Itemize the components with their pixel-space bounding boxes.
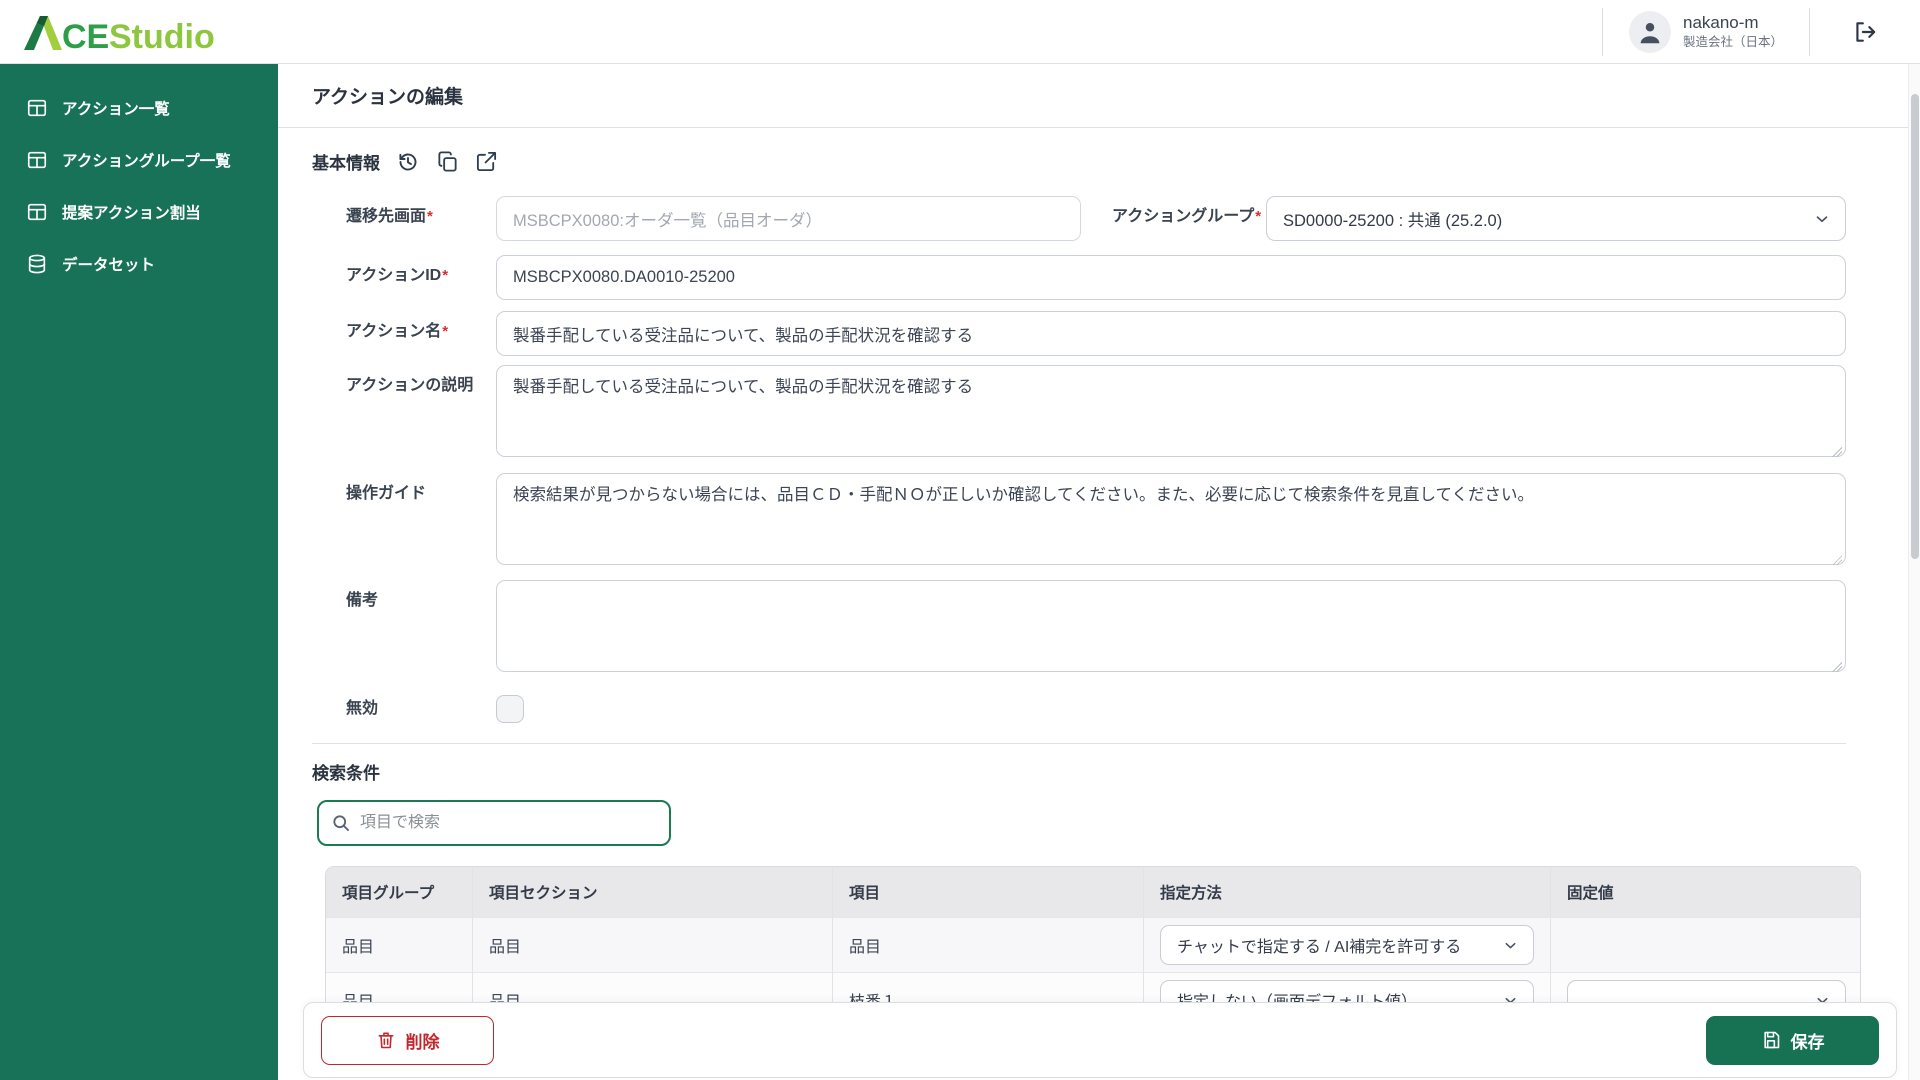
external-link-icon[interactable] (475, 150, 498, 173)
delete-button[interactable]: 削除 (321, 1016, 494, 1065)
save-button-label: 保存 (1791, 1028, 1825, 1053)
sidebar-item-label: データセット (62, 253, 155, 275)
item-search-box (317, 800, 671, 846)
sidebar-item-dataset[interactable]: データセット (0, 238, 278, 290)
disabled-flag-checkbox[interactable] (496, 695, 524, 723)
svg-text:CE: CE (62, 18, 109, 54)
sidebar-item-label: アクショングループ一覧 (62, 149, 231, 171)
disabled-flag-label: 無効 (346, 695, 496, 718)
user-name: nakano-m (1683, 12, 1783, 33)
avatar (1629, 11, 1671, 53)
logout-icon (1852, 19, 1878, 45)
sidebar-item-label: 提案アクション割当 (62, 201, 201, 223)
chevron-down-icon (1502, 937, 1519, 954)
col-header-item-group: 項目グループ (326, 867, 473, 917)
required-mark: * (442, 267, 448, 284)
vertical-scrollbar[interactable] (1908, 64, 1920, 1080)
save-icon (1761, 1030, 1781, 1050)
action-id-input[interactable] (496, 255, 1846, 300)
required-mark: * (427, 208, 433, 225)
method-select[interactable]: チャットで指定する / AI補完を許可する (1160, 925, 1534, 965)
required-mark: * (442, 323, 448, 340)
basic-info-title: 基本情報 (312, 149, 380, 174)
trash-icon (376, 1030, 396, 1050)
remarks-label: 備考 (346, 580, 496, 610)
sidebar-item-proposal-action-assign[interactable]: 提案アクション割当 (0, 186, 278, 238)
table-row: 品目 品目 品目 チャットで指定する / AI補完を許可する (326, 917, 1860, 972)
item-search-input[interactable] (360, 814, 657, 832)
scrollbar-thumb[interactable] (1911, 94, 1919, 559)
history-icon[interactable] (396, 150, 420, 174)
operation-guide-textarea[interactable]: 検索結果が見つからない場合には、品目ＣＤ・手配ＮＯが正しいか確認してください。ま… (496, 473, 1846, 565)
app-logo: CE Studio (22, 10, 237, 54)
cell-item-group: 品目 (326, 918, 473, 972)
page-title: アクションの編集 (312, 82, 463, 109)
basic-info-header: 基本情報 (312, 149, 1846, 174)
user-org: 製造会社（日本） (1683, 35, 1783, 51)
action-name-input[interactable] (496, 311, 1846, 356)
table-header-row: 項目グループ 項目セクション 項目 指定方法 固定値 (326, 867, 1860, 917)
action-name-label: アクション名* (346, 311, 496, 341)
table-icon (26, 201, 48, 223)
sidebar-item-label: アクション一覧 (62, 97, 170, 119)
delete-button-label: 削除 (406, 1028, 440, 1053)
remarks-textarea[interactable] (496, 580, 1846, 672)
action-id-label: アクションID* (346, 255, 496, 285)
svg-text:Studio: Studio (109, 18, 215, 54)
destination-screen-input (496, 196, 1081, 241)
save-button[interactable]: 保存 (1706, 1016, 1879, 1065)
copy-icon[interactable] (436, 150, 459, 173)
operation-guide-label: 操作ガイド (346, 473, 496, 503)
action-description-label: アクションの説明 (346, 365, 496, 395)
col-header-fixed-value: 固定値 (1551, 867, 1861, 917)
footer-action-bar: 削除 保存 (303, 1002, 1897, 1078)
destination-screen-label: 遷移先画面* (346, 196, 496, 226)
action-group-select[interactable]: SD0000-25200 : 共通 (25.2.0) (1266, 196, 1846, 241)
col-header-item: 項目 (833, 867, 1144, 917)
main-panel: アクションの編集 基本情報 (278, 64, 1920, 1080)
action-group-selected-value: SD0000-25200 : 共通 (25.2.0) (1283, 207, 1805, 231)
action-group-label: アクショングループ* (1081, 196, 1266, 226)
logout-button[interactable] (1810, 0, 1920, 63)
database-icon (26, 253, 48, 275)
required-mark: * (1255, 208, 1261, 225)
col-header-item-section: 項目セクション (473, 867, 833, 917)
cell-item: 品目 (833, 918, 1144, 972)
action-description-textarea[interactable]: 製番手配している受注品について、製品の手配状況を確認する (496, 365, 1846, 457)
page-title-bar: アクションの編集 (278, 64, 1920, 128)
search-icon (331, 813, 351, 833)
search-conditions-header: 検索条件 (312, 759, 1846, 784)
method-selected-value: チャットで指定する / AI補完を許可する (1177, 933, 1494, 957)
table-icon (26, 149, 48, 171)
user-menu[interactable]: nakano-m 製造会社（日本） (1603, 11, 1809, 53)
top-header: CE Studio nakano-m 製造会社（日本） (0, 0, 1920, 64)
cell-item-section: 品目 (473, 918, 833, 972)
sidebar-nav: アクション一覧 アクショングループ一覧 提案アクション割当 データセット (0, 64, 278, 1080)
col-header-method: 指定方法 (1144, 867, 1551, 917)
cell-fixed-value-empty (1551, 918, 1861, 972)
chevron-down-icon (1813, 210, 1831, 228)
table-icon (26, 97, 48, 119)
sidebar-item-action-group-list[interactable]: アクショングループ一覧 (0, 134, 278, 186)
section-divider (312, 743, 1846, 744)
logo-graphic: CE Studio (22, 10, 237, 54)
person-icon (1635, 17, 1665, 47)
search-conditions-title: 検索条件 (312, 759, 380, 784)
sidebar-item-action-list[interactable]: アクション一覧 (0, 82, 278, 134)
